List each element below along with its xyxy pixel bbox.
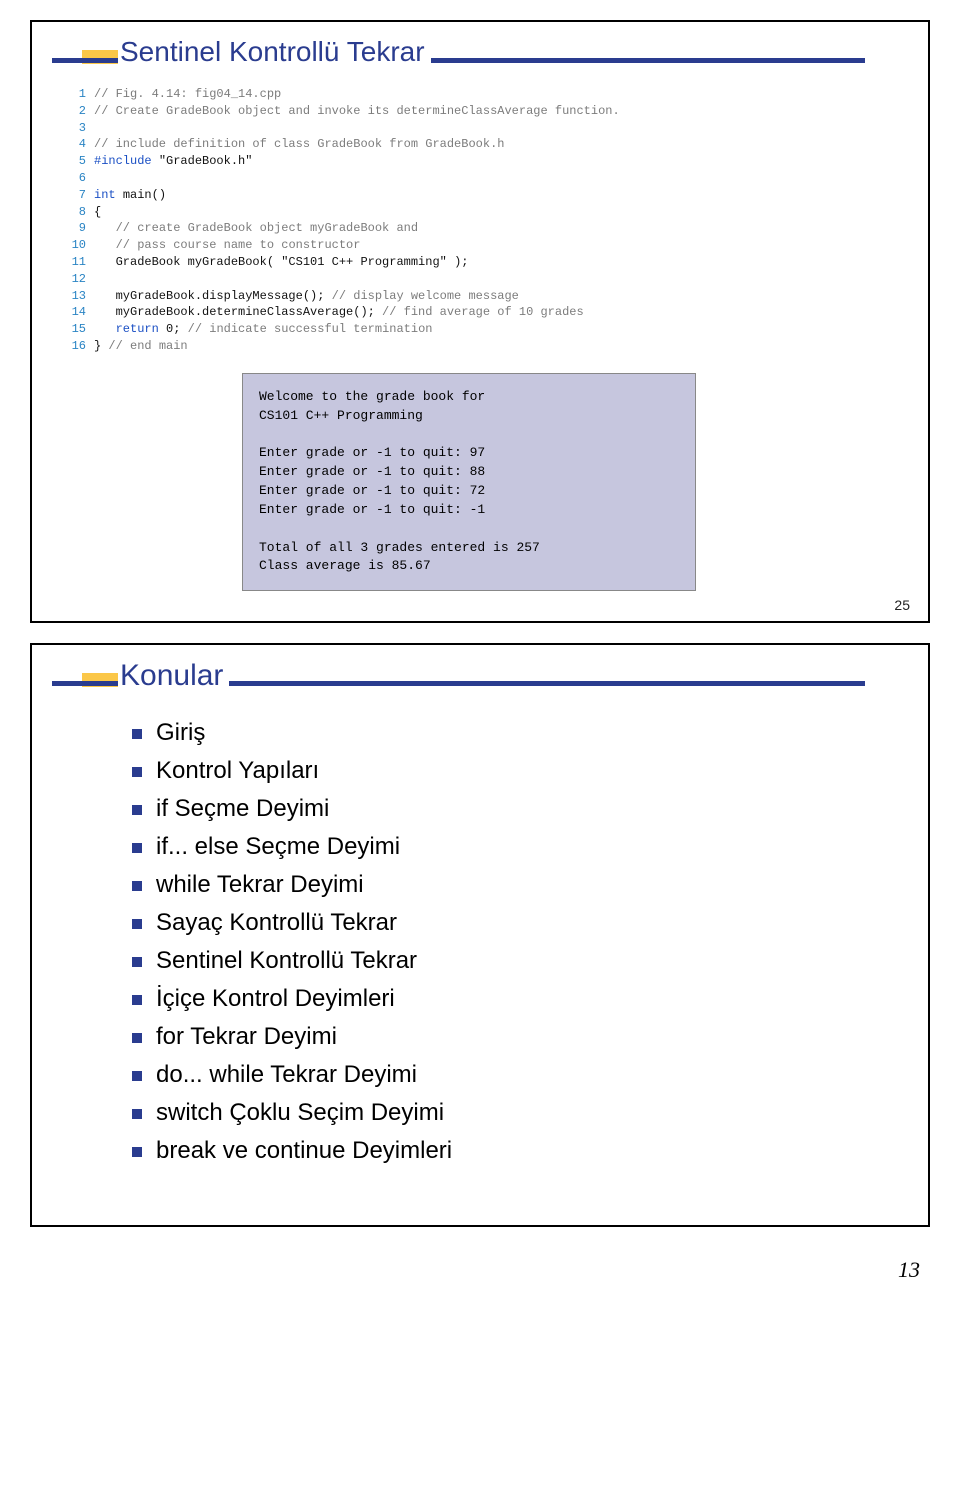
code-line: 16} // end main <box>62 338 898 355</box>
code-line: 6 <box>62 170 898 187</box>
line-number: 10 <box>62 237 86 254</box>
code-segment: } <box>94 339 108 353</box>
code-segment: myGradeBook.displayMessage(); <box>94 289 332 303</box>
code-segment: // indicate successful termination <box>188 322 433 336</box>
slide1-page-number: 25 <box>894 597 910 613</box>
code-segment: int <box>94 188 123 202</box>
bullet-list: Giriş Kontrol Yapıları if Seçme Deyimi if..… <box>132 719 878 1165</box>
line-number: 12 <box>62 271 86 288</box>
line-number: 9 <box>62 220 86 237</box>
code-line: 12 <box>62 271 898 288</box>
line-number: 16 <box>62 338 86 355</box>
slide1-title: Sentinel Kontrollü Tekrar <box>118 36 431 68</box>
line-number: 3 <box>62 120 86 137</box>
code-line: 1 // Fig. 4.14: fig04_14.cpp <box>62 86 898 103</box>
code-listing: 1 // Fig. 4.14: fig04_14.cpp 2 // Create Gr… <box>52 76 908 359</box>
line-number: 5 <box>62 153 86 170</box>
code-line: 14 myGradeBook.determineClassAverage(); … <box>62 304 898 321</box>
line-number: 1 <box>62 86 86 103</box>
list-item: do... while Tekrar Deyimi <box>132 1061 878 1089</box>
list-item: Kontrol Yapıları <box>132 757 878 785</box>
code-segment: // display welcome message <box>332 289 519 303</box>
line-number: 8 <box>62 204 86 221</box>
code-line: 8{ <box>62 204 898 221</box>
list-item: Giriş <box>132 719 878 747</box>
code-line: 3 <box>62 120 898 137</box>
list-item: if... else Seçme Deyimi <box>132 833 878 861</box>
list-item: Sayaç Kontrollü Tekrar <box>132 909 878 937</box>
code-segment: // Create GradeBook object and invoke it… <box>94 104 620 118</box>
code-line: 10 // pass course name to constructor <box>62 237 898 254</box>
list-item: Sentinel Kontrollü Tekrar <box>132 947 878 975</box>
line-number: 15 <box>62 321 86 338</box>
code-segment: 0; <box>166 322 188 336</box>
list-item: if Seçme Deyimi <box>132 795 878 823</box>
code-line: 15 return 0; // indicate successful term… <box>62 321 898 338</box>
list-item: switch Çoklu Seçim Deyimi <box>132 1099 878 1127</box>
code-line: 2 // Create GradeBook object and invoke i… <box>62 103 898 120</box>
code-segment: // include definition of class GradeBook… <box>94 137 504 151</box>
code-segment: "GradeBook.h" <box>159 154 253 168</box>
code-line: 4 // include definition of class GradeBoo… <box>62 136 898 153</box>
list-item: while Tekrar Deyimi <box>132 871 878 899</box>
code-segment: myGradeBook.determineClassAverage(); <box>94 305 382 319</box>
code-segment: // find average of 10 grades <box>382 305 584 319</box>
line-number: 4 <box>62 136 86 153</box>
line-number: 2 <box>62 103 86 120</box>
code-line: 7 int main() <box>62 187 898 204</box>
slide1-title-block: Sentinel Kontrollü Tekrar <box>52 32 908 76</box>
code-segment: GradeBook myGradeBook( <box>94 255 281 269</box>
code-segment: ); <box>447 255 469 269</box>
slide-1: Sentinel Kontrollü Tekrar 1 // Fig. 4.14:… <box>30 20 930 623</box>
code-segment: #include <box>94 154 159 168</box>
code-line: 5 #include "GradeBook.h" <box>62 153 898 170</box>
code-line: 13 myGradeBook.displayMessage(); // disp… <box>62 288 898 305</box>
list-item: for Tekrar Deyimi <box>132 1023 878 1051</box>
document-page-number: 13 <box>0 1247 960 1303</box>
code-line: 11 GradeBook myGradeBook( "CS101 C++ Pro… <box>62 254 898 271</box>
code-segment: // Fig. 4.14: fig04_14.cpp <box>94 87 281 101</box>
line-number: 13 <box>62 288 86 305</box>
line-number: 7 <box>62 187 86 204</box>
program-output-box: Welcome to the grade book for CS101 C++ … <box>242 373 696 591</box>
code-segment: // create GradeBook object myGradeBook a… <box>116 221 418 235</box>
slide-2: Konular Giriş Kontrol Yapıları if Seçme De… <box>30 643 930 1227</box>
list-item: İçiçe Kontrol Deyimleri <box>132 985 878 1013</box>
code-segment <box>94 322 116 336</box>
slide2-title-block: Konular <box>52 655 908 699</box>
code-segment: main() <box>123 188 166 202</box>
slide2-title: Konular <box>118 659 229 693</box>
code-segment: return <box>116 322 166 336</box>
slide2-body: Giriş Kontrol Yapıları if Seçme Deyimi if..… <box>52 699 908 1205</box>
line-number: 11 <box>62 254 86 271</box>
code-line: 9 // create GradeBook object myGradeBook… <box>62 220 898 237</box>
code-segment <box>94 238 116 252</box>
line-number: 14 <box>62 304 86 321</box>
code-segment: "CS101 C++ Programming" <box>281 255 447 269</box>
code-segment: { <box>94 205 101 219</box>
code-segment <box>94 221 116 235</box>
code-segment: // pass course name to constructor <box>116 238 361 252</box>
code-segment: // end main <box>108 339 187 353</box>
line-number: 6 <box>62 170 86 187</box>
list-item: break ve continue Deyimleri <box>132 1137 878 1165</box>
